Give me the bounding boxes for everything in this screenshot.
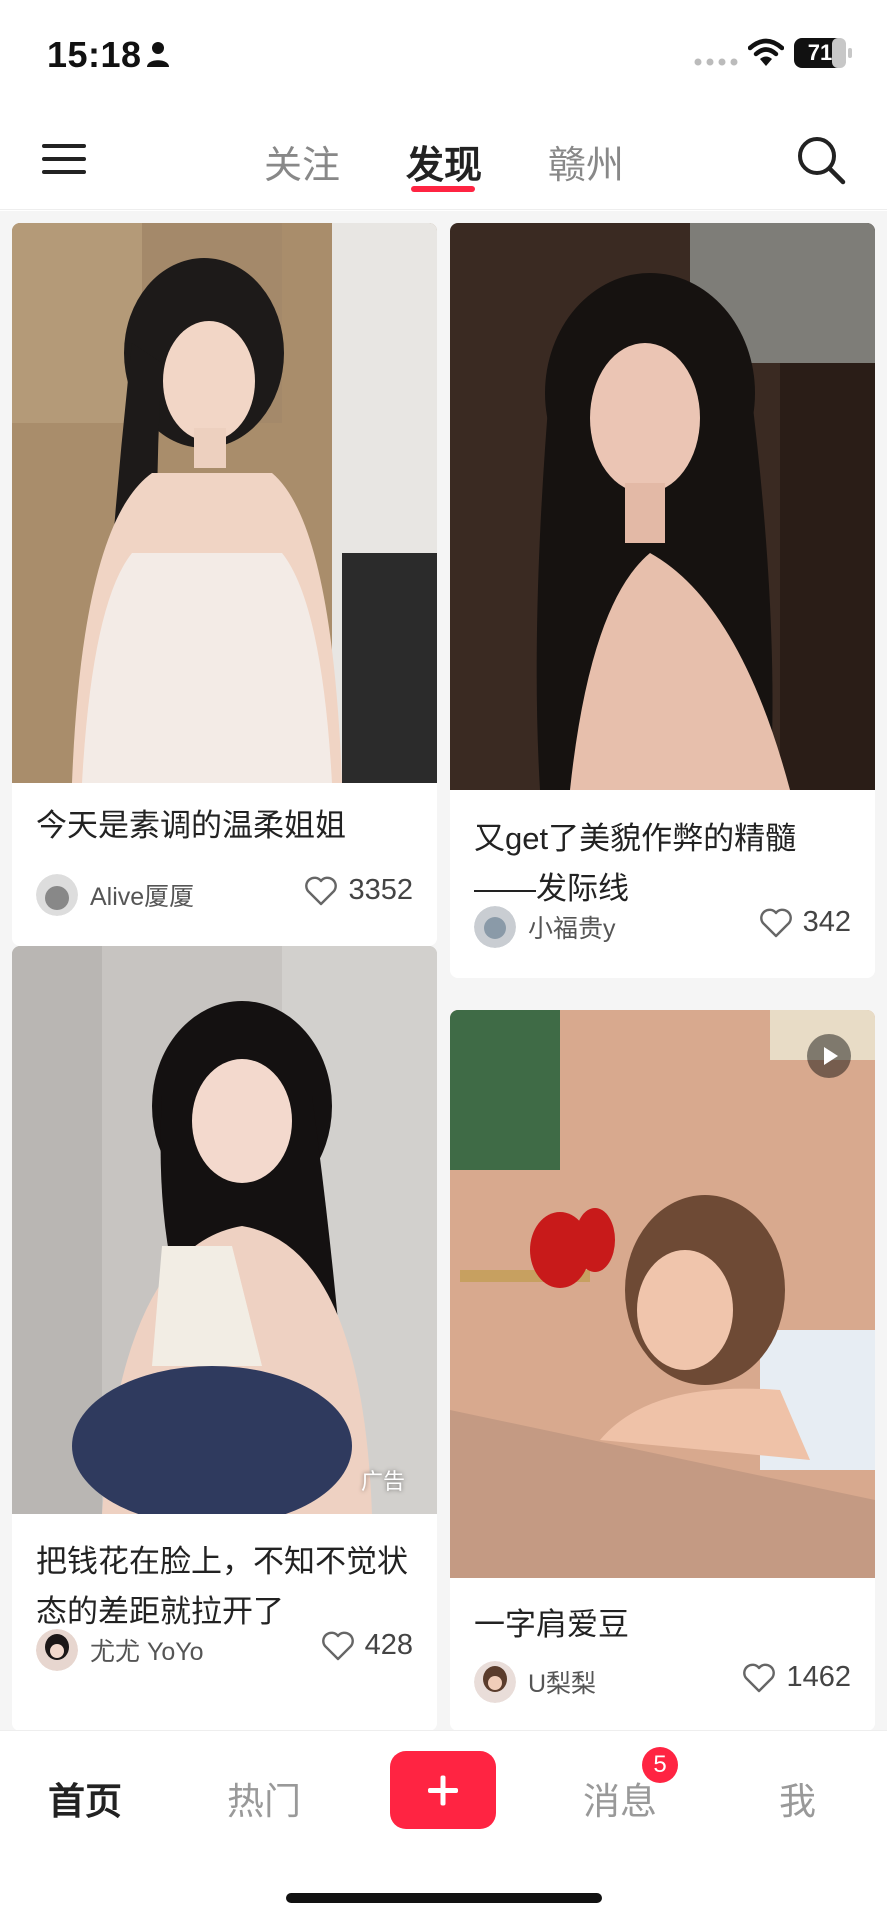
author-name: 小福贵y xyxy=(528,915,616,943)
nav-hot[interactable]: 热门 xyxy=(227,1771,301,1825)
ad-badge: 广告 xyxy=(360,1469,405,1494)
nav-me[interactable]: 我 xyxy=(779,1771,816,1825)
like-count: 1462 xyxy=(786,1661,851,1693)
status-bar: 15:18 71 xyxy=(0,0,887,110)
note-cover-image xyxy=(450,1010,875,1578)
like-count: 3352 xyxy=(348,874,413,906)
note-author[interactable]: U梨梨 xyxy=(474,1661,596,1703)
person-icon xyxy=(147,42,169,67)
menu-icon[interactable] xyxy=(40,138,90,180)
note-cover-image xyxy=(450,223,875,790)
add-post-button[interactable] xyxy=(390,1751,496,1829)
avatar xyxy=(36,1629,78,1671)
note-card[interactable]: 广告 把钱花在脸上，不知不觉状态的差距就拉开了 尤尤 YoYo 428 xyxy=(12,946,437,1731)
note-cover-image xyxy=(12,946,437,1514)
like-button[interactable]: 1462 xyxy=(742,1661,851,1694)
heart-icon xyxy=(305,876,338,905)
author-name: 尤尤 YoYo xyxy=(90,1638,204,1666)
status-time: 15:18 xyxy=(47,34,142,75)
avatar xyxy=(36,874,78,916)
like-button[interactable]: 3352 xyxy=(304,874,413,907)
video-play-icon xyxy=(807,1034,851,1078)
heart-icon xyxy=(759,908,792,937)
top-nav: 关注 发现 赣州 xyxy=(0,110,887,210)
like-button[interactable]: 342 xyxy=(759,906,851,939)
nav-home[interactable]: 首页 xyxy=(48,1771,122,1825)
active-tab-indicator xyxy=(411,186,475,192)
home-indicator xyxy=(286,1893,602,1903)
heart-icon xyxy=(743,1663,776,1692)
feed: 今天是素调的温柔姐姐 Alive厦厦 3352 又get了美貌作弊的精髓——发际… xyxy=(0,211,887,1731)
note-author[interactable]: Alive厦厦 xyxy=(36,874,194,916)
like-count: 428 xyxy=(364,1629,413,1661)
note-author[interactable]: 尤尤 YoYo xyxy=(36,1629,204,1671)
note-title: 今天是素调的温柔姐姐 xyxy=(36,808,346,843)
author-name: Alive厦厦 xyxy=(90,883,195,911)
heart-icon xyxy=(321,1631,354,1660)
signal-dots-icon xyxy=(694,58,738,66)
note-cover-image xyxy=(12,223,437,783)
note-title: 又get了美貌作弊的精髓——发际线 xyxy=(474,821,797,906)
note-card[interactable]: 一字肩爱豆 U梨梨 1462 xyxy=(450,1010,875,1731)
note-title: 一字肩爱豆 xyxy=(474,1607,629,1642)
note-card[interactable]: 又get了美貌作弊的精髓——发际线 小福贵y 342 xyxy=(450,223,875,978)
tab-follow[interactable]: 关注 xyxy=(264,134,340,189)
wifi-icon xyxy=(748,38,784,66)
nav-messages[interactable]: 消息 xyxy=(583,1771,657,1825)
like-count: 342 xyxy=(802,906,851,938)
message-badge: 5 xyxy=(642,1747,678,1783)
search-icon[interactable] xyxy=(795,134,847,186)
tab-discover[interactable]: 发现 xyxy=(406,134,482,189)
note-author[interactable]: 小福贵y xyxy=(474,906,616,948)
like-button[interactable]: 428 xyxy=(321,1629,413,1662)
author-name: U梨梨 xyxy=(528,1670,597,1698)
avatar xyxy=(474,906,516,948)
note-title: 把钱花在脸上，不知不觉状态的差距就拉开了 xyxy=(36,1544,408,1629)
note-card[interactable]: 今天是素调的温柔姐姐 Alive厦厦 3352 xyxy=(12,223,437,946)
tab-local[interactable]: 赣州 xyxy=(548,134,624,189)
avatar xyxy=(474,1661,516,1703)
plus-icon xyxy=(428,1775,458,1806)
battery-level: 71 xyxy=(807,40,833,65)
bottom-nav: 首页 热门 消息 5 我 xyxy=(0,1730,887,1920)
